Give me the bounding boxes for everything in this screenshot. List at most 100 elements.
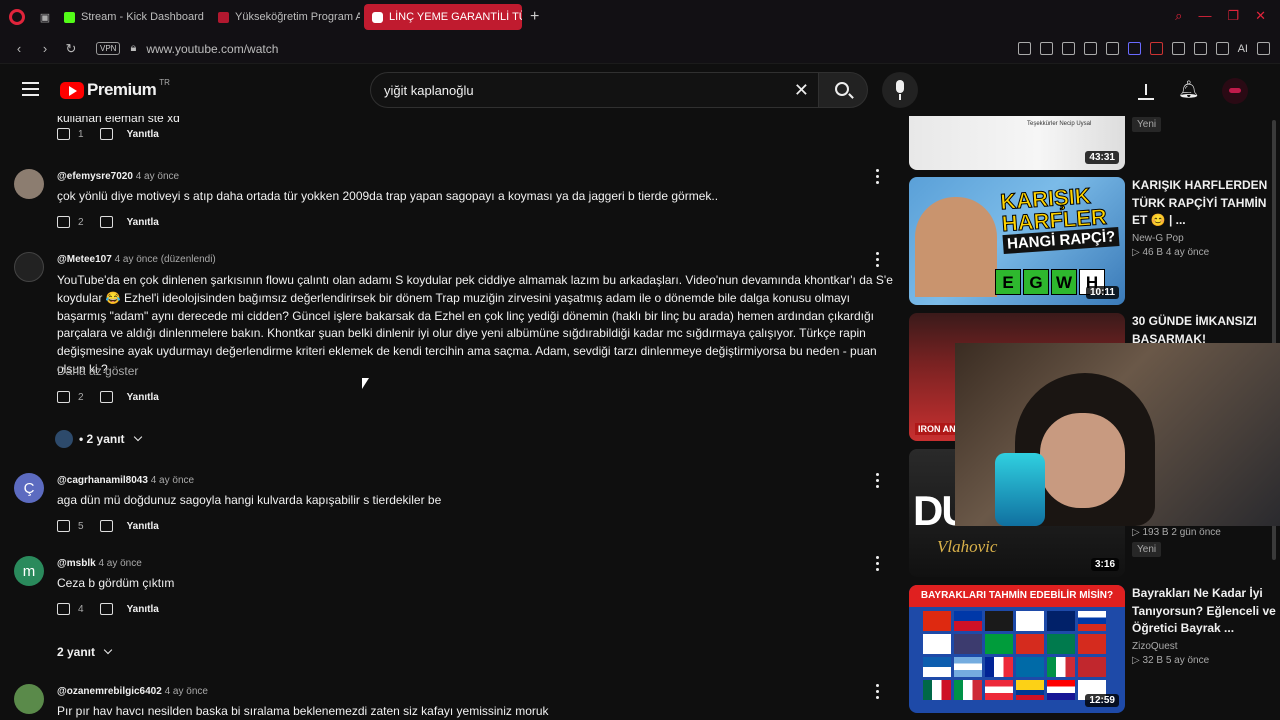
notifications-bell-icon[interactable]: 🔔︎ <box>1178 80 1200 100</box>
clear-search-icon[interactable]: ✕ <box>794 80 809 101</box>
like-icon[interactable] <box>57 603 70 615</box>
comment-time[interactable]: 4 ay önce <box>136 171 179 182</box>
like-icon[interactable] <box>57 520 70 532</box>
tab-label: Yükseköğretim Program Atlası <box>235 11 360 23</box>
comment-time[interactable]: 4 ay önce <box>98 558 141 569</box>
tab-kick[interactable]: Stream - Kick Dashboard <box>56 4 206 30</box>
comment-author[interactable]: @cagrhanamil8043 <box>57 475 148 486</box>
shield-icon[interactable] <box>1061 42 1075 55</box>
avatar[interactable]: m <box>14 556 44 586</box>
dislike-icon[interactable] <box>99 520 113 532</box>
like-count: 2 <box>78 391 84 403</box>
comment-time[interactable]: 4 ay önce <box>165 686 208 697</box>
account-avatar[interactable] <box>1222 78 1248 104</box>
chevron-down-icon <box>103 645 113 655</box>
video-title[interactable]: Bayrakları Ne Kadar İyi Tanıyorsun? Eğle… <box>1132 585 1277 638</box>
dislike-icon[interactable] <box>99 603 113 615</box>
like-icon[interactable] <box>57 391 70 403</box>
replies-toggle[interactable]: 2 yanıt <box>57 645 113 659</box>
youtube-play-icon <box>60 81 84 99</box>
dislike-icon[interactable] <box>99 391 113 403</box>
video-thumbnail[interactable]: KARIŞIK HARFLER HANGİ RAPÇİ? E G W H 10:… <box>909 177 1125 305</box>
close-window-icon[interactable]: ✕ <box>1255 8 1266 24</box>
lock-icon[interactable]: 🔒︎ <box>130 42 136 55</box>
like-count: 4 <box>78 603 84 615</box>
profile-icon[interactable] <box>1193 42 1207 55</box>
comment-more-icon[interactable] <box>876 684 880 702</box>
comment-actions: 1 Yanıtla <box>57 128 159 140</box>
avatar[interactable] <box>14 169 44 199</box>
video-thumbnail[interactable]: Teşekkürler Necip Uysal 43:31 <box>909 116 1125 170</box>
video-title[interactable]: KARIŞIK HARFLERDEN TÜRK RAPÇİYİ TAHMİN E… <box>1132 177 1277 230</box>
comment-more-icon[interactable] <box>876 556 880 574</box>
comment-more-icon[interactable] <box>876 473 880 491</box>
search-input[interactable]: yiğit kaplanoğlu ✕ <box>370 72 820 108</box>
url-field[interactable]: www.youtube.com/watch <box>146 42 278 56</box>
audio-icon[interactable] <box>1127 42 1141 55</box>
comment-time[interactable]: 4 ay önce (düzenlendi) <box>115 254 216 265</box>
extension-icon[interactable] <box>1149 42 1163 55</box>
browser-tab-bar: ▣ Stream - Kick Dashboard Yükseköğretim … <box>0 0 1280 34</box>
vpn-badge[interactable]: VPN <box>96 42 121 55</box>
reply-button[interactable]: Yanıtla <box>127 392 159 403</box>
comment-meta: @cagrhanamil8043 4 ay önce <box>57 475 194 486</box>
back-icon[interactable]: ‹ <box>8 41 30 56</box>
create-upload-icon[interactable] <box>1138 82 1154 100</box>
like-icon[interactable] <box>57 216 70 228</box>
video-info: Bayrakları Ne Kadar İyi Tanıyorsun? Eğle… <box>1132 585 1277 666</box>
download-icon[interactable] <box>1215 42 1229 55</box>
new-tab-icon[interactable]: + <box>530 8 539 26</box>
tab-yok-atlas[interactable]: Yükseköğretim Program Atlası <box>210 4 360 30</box>
like-icon[interactable] <box>57 128 70 140</box>
replies-toggle[interactable]: • 2 yanıt <box>55 430 142 448</box>
dislike-icon[interactable] <box>99 216 113 228</box>
comment-more-icon[interactable] <box>876 169 880 187</box>
dislike-icon[interactable] <box>99 128 113 140</box>
youtube-premium-logo[interactable]: Premium TR <box>60 78 170 100</box>
thumbnail-title: BAYRAKLARI TAHMİN EDEBİLİR MİSİN? <box>909 585 1125 607</box>
comment-author[interactable]: @ozanemrebilgic6402 <box>57 686 162 697</box>
channel-name[interactable]: ZizoQuest <box>1132 641 1277 652</box>
player-icon[interactable] <box>1083 42 1097 55</box>
avatar[interactable]: Ç <box>14 473 44 503</box>
show-less-button[interactable]: Daha az göster <box>57 364 138 378</box>
heart-icon[interactable] <box>1105 42 1119 55</box>
voice-search-icon[interactable] <box>882 72 918 108</box>
tab-youtube-active[interactable]: LİNÇ YEME GARANTİLİ TÜRK <box>364 4 522 30</box>
avatar[interactable] <box>14 252 44 282</box>
reply-button[interactable]: Yanıtla <box>127 129 159 140</box>
comment-meta: @ozanemrebilgic6402 4 ay önce <box>57 686 208 697</box>
menu-icon[interactable] <box>1257 42 1270 55</box>
ai-button[interactable]: AI <box>1238 43 1248 55</box>
maximize-icon[interactable]: ❐ <box>1227 8 1239 24</box>
search-icon <box>835 82 849 96</box>
comment-text: aga dün mü doğdunuz sagoyla hangi kulvar… <box>57 493 442 507</box>
snapshot-icon[interactable] <box>1039 42 1053 55</box>
comment-more-icon[interactable] <box>876 252 880 270</box>
search-button[interactable] <box>818 72 868 108</box>
comment-time[interactable]: 4 ay önce <box>151 475 194 486</box>
comment-author[interactable]: @msblk <box>57 558 96 569</box>
opera-logo-icon[interactable] <box>0 0 34 34</box>
comment-author[interactable]: @Metee107 <box>57 254 112 265</box>
search-tabs-icon[interactable]: ⌕ <box>1175 8 1182 24</box>
minimize-icon[interactable]: — <box>1198 8 1211 24</box>
reply-button[interactable]: Yanıtla <box>127 604 159 615</box>
ironman-label: IRON AN <box>915 423 959 435</box>
comment-author[interactable]: @efemysre7020 <box>57 171 133 182</box>
reply-button[interactable]: Yanıtla <box>127 521 159 532</box>
reload-icon[interactable]: ↻ <box>60 41 82 57</box>
extensions-row: AI <box>1017 42 1270 55</box>
hamburger-menu-icon[interactable] <box>22 82 39 100</box>
pin-icon[interactable] <box>1017 42 1031 55</box>
forward-icon[interactable]: › <box>34 41 56 56</box>
video-duration: 43:31 <box>1085 151 1119 164</box>
channel-name[interactable]: New-G Pop <box>1132 233 1277 244</box>
avatar[interactable] <box>14 684 44 714</box>
person-face <box>915 197 997 297</box>
video-duration: 12:59 <box>1085 694 1119 707</box>
game-controller-icon[interactable]: ▣ <box>34 0 56 34</box>
puzzle-icon[interactable] <box>1171 42 1185 55</box>
video-thumbnail[interactable]: BAYRAKLARI TAHMİN EDEBİLİR MİSİN? 12:59 <box>909 585 1125 713</box>
reply-button[interactable]: Yanıtla <box>127 217 159 228</box>
